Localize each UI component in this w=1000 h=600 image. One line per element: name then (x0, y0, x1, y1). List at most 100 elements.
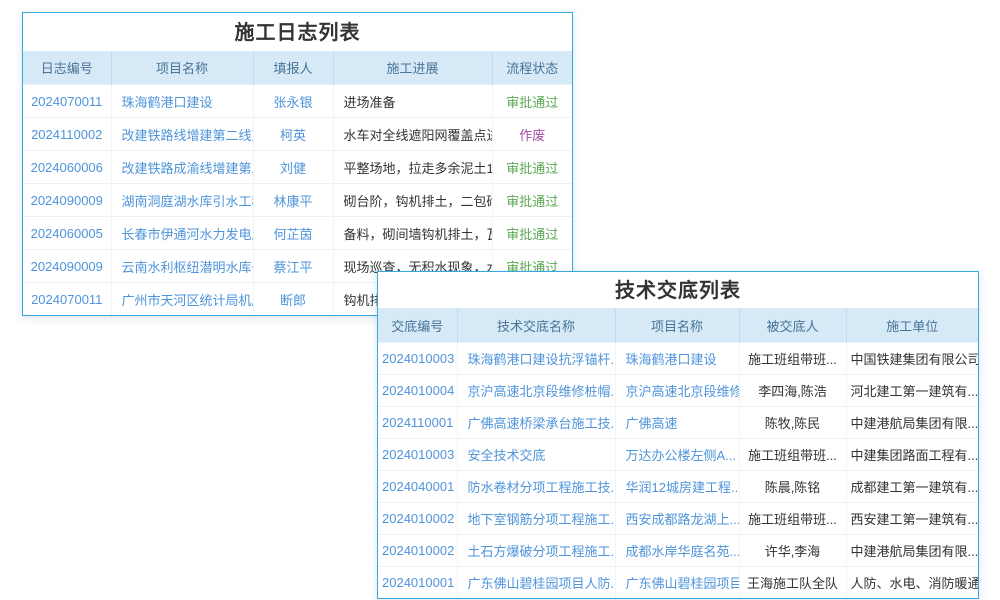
table-row: 2024090009湖南洞庭湖水库引水工程...林康平砌台阶，钩机排土，二包砌.… (23, 184, 572, 217)
construction-log-column-header: 施工进展 (333, 51, 492, 85)
tech-disclosure-link-cell[interactable]: 2024010004 (378, 375, 457, 407)
construction-log-link-cell[interactable]: 改建铁路成渝线增建第二... (111, 151, 253, 184)
construction-log-column-header: 日志编号 (23, 51, 111, 85)
tech-disclosure-link-cell[interactable]: 地下室钢筋分项工程施工... (457, 503, 615, 535)
tech-disclosure-text-cell: 许华,李海 (739, 535, 846, 567)
table-row: 2024110002改建铁路线增建第二线直...柯英水车对全线遮阳网覆盖点进..… (23, 118, 572, 151)
tech-disclosure-link-cell[interactable]: 珠海鹤港口建设抗浮锚杆... (457, 343, 615, 375)
construction-log-text-cell: 砌台阶，钩机排土，二包砌... (333, 184, 492, 217)
tech-disclosure-body: 2024010003珠海鹤港口建设抗浮锚杆...珠海鹤港口建设施工班组带班...… (378, 343, 978, 599)
construction-log-text-cell: 备料，砌间墙钩机排土，瓦... (333, 217, 492, 250)
construction-log-link-cell[interactable]: 2024060006 (23, 151, 111, 184)
tech-disclosure-text-cell: 中建集团路面工程有... (846, 439, 978, 471)
construction-log-column-header: 项目名称 (111, 51, 253, 85)
construction-log-link-cell[interactable]: 2024090009 (23, 250, 111, 283)
tech-disclosure-card: 技术交底列表 交底编号技术交底名称项目名称被交底人施工单位 2024010003… (377, 271, 979, 599)
tech-disclosure-text-cell: 李四海,陈浩 (739, 375, 846, 407)
status-badge: 审批通过 (492, 85, 572, 118)
tech-disclosure-link-cell[interactable]: 土石方爆破分项工程施工... (457, 535, 615, 567)
table-row: 2024010002地下室钢筋分项工程施工...西安成都路龙湖上...施工班组带… (378, 503, 978, 535)
construction-log-link-cell[interactable]: 珠海鹤港口建设 (111, 85, 253, 118)
tech-disclosure-link-cell[interactable]: 2024010002 (378, 535, 457, 567)
construction-log-text-cell: 水车对全线遮阳网覆盖点进... (333, 118, 492, 151)
construction-log-link-cell[interactable]: 何芷茵 (253, 217, 333, 250)
construction-log-link-cell[interactable]: 2024090009 (23, 184, 111, 217)
tech-disclosure-link-cell[interactable]: 京沪高速北京段维修 (615, 375, 739, 407)
tech-disclosure-link-cell[interactable]: 成都水岸华庭名苑... (615, 535, 739, 567)
tech-disclosure-link-cell[interactable]: 广东佛山碧桂园项目 (615, 567, 739, 599)
status-badge: 审批通过 (492, 217, 572, 250)
tech-disclosure-link-cell[interactable]: 华润12城房建工程... (615, 471, 739, 503)
tech-disclosure-title: 技术交底列表 (378, 272, 978, 308)
construction-log-link-cell[interactable]: 刘健 (253, 151, 333, 184)
tech-disclosure-link-cell[interactable]: 2024010001 (378, 567, 457, 599)
table-row: 2024010003安全技术交底万达办公楼左侧A...施工班组带班...中建集团… (378, 439, 978, 471)
table-row: 2024010002土石方爆破分项工程施工...成都水岸华庭名苑...许华,李海… (378, 535, 978, 567)
construction-log-link-cell[interactable]: 长春市伊通河水力发电厂... (111, 217, 253, 250)
tech-disclosure-text-cell: 中建港航局集团有限... (846, 407, 978, 439)
construction-log-link-cell[interactable]: 林康平 (253, 184, 333, 217)
tech-disclosure-link-cell[interactable]: 2024040001 (378, 471, 457, 503)
tech-disclosure-column-header: 交底编号 (378, 308, 457, 343)
tech-disclosure-text-cell: 王海施工队全队 (739, 567, 846, 599)
construction-log-title: 施工日志列表 (23, 13, 572, 51)
table-row: 2024040001防水卷材分项工程施工技...华润12城房建工程...陈晨,陈… (378, 471, 978, 503)
table-row: 2024070011珠海鹤港口建设张永银进场准备审批通过 (23, 85, 572, 118)
table-row: 2024010004京沪高速北京段维修桩帽...京沪高速北京段维修李四海,陈浩河… (378, 375, 978, 407)
tech-disclosure-link-cell[interactable]: 2024110001 (378, 407, 457, 439)
tech-disclosure-text-cell: 西安建工第一建筑有... (846, 503, 978, 535)
tech-disclosure-link-cell[interactable]: 广东佛山碧桂园项目人防... (457, 567, 615, 599)
tech-disclosure-link-cell[interactable]: 安全技术交底 (457, 439, 615, 471)
tech-disclosure-column-header: 项目名称 (615, 308, 739, 343)
construction-log-header-row: 日志编号项目名称填报人施工进展流程状态 (23, 51, 572, 85)
tech-disclosure-link-cell[interactable]: 广佛高速桥梁承台施工技... (457, 407, 615, 439)
tech-disclosure-link-cell[interactable]: 广佛高速 (615, 407, 739, 439)
construction-log-link-cell[interactable]: 2024070011 (23, 283, 111, 316)
tech-disclosure-text-cell: 施工班组带班... (739, 439, 846, 471)
construction-log-link-cell[interactable]: 2024060005 (23, 217, 111, 250)
tech-disclosure-text-cell: 河北建工第一建筑有... (846, 375, 978, 407)
construction-log-column-header: 流程状态 (492, 51, 572, 85)
construction-log-text-cell: 进场准备 (333, 85, 492, 118)
tech-disclosure-text-cell: 中建港航局集团有限... (846, 535, 978, 567)
status-badge: 审批通过 (492, 151, 572, 184)
tech-disclosure-link-cell[interactable]: 2024010002 (378, 503, 457, 535)
status-badge: 作废 (492, 118, 572, 151)
tech-disclosure-text-cell: 施工班组带班... (739, 343, 846, 375)
construction-log-column-header: 填报人 (253, 51, 333, 85)
construction-log-link-cell[interactable]: 2024110002 (23, 118, 111, 151)
tech-disclosure-header-row: 交底编号技术交底名称项目名称被交底人施工单位 (378, 308, 978, 343)
construction-log-link-cell[interactable]: 改建铁路线增建第二线直... (111, 118, 253, 151)
construction-log-link-cell[interactable]: 蔡江平 (253, 250, 333, 283)
tech-disclosure-column-header: 施工单位 (846, 308, 978, 343)
construction-log-text-cell: 平整场地，拉走多余泥土15... (333, 151, 492, 184)
tech-disclosure-link-cell[interactable]: 万达办公楼左侧A... (615, 439, 739, 471)
tech-disclosure-text-cell: 中国铁建集团有限公司 (846, 343, 978, 375)
tech-disclosure-text-cell: 人防、水电、消防暖通 (846, 567, 978, 599)
tech-disclosure-link-cell[interactable]: 2024010003 (378, 343, 457, 375)
construction-log-link-cell[interactable]: 张永银 (253, 85, 333, 118)
construction-log-link-cell[interactable]: 断郎 (253, 283, 333, 316)
table-row: 2024060006改建铁路成渝线增建第二...刘健平整场地，拉走多余泥土15.… (23, 151, 572, 184)
tech-disclosure-text-cell: 成都建工第一建筑有... (846, 471, 978, 503)
table-row: 2024060005长春市伊通河水力发电厂...何芷茵备料，砌间墙钩机排土，瓦.… (23, 217, 572, 250)
tech-disclosure-text-cell: 陈牧,陈民 (739, 407, 846, 439)
tech-disclosure-text-cell: 陈晨,陈铭 (739, 471, 846, 503)
status-badge: 审批通过 (492, 184, 572, 217)
table-row: 2024010003珠海鹤港口建设抗浮锚杆...珠海鹤港口建设施工班组带班...… (378, 343, 978, 375)
construction-log-link-cell[interactable]: 广州市天河区统计局机房... (111, 283, 253, 316)
tech-disclosure-link-cell[interactable]: 2024010003 (378, 439, 457, 471)
tech-disclosure-link-cell[interactable]: 珠海鹤港口建设 (615, 343, 739, 375)
construction-log-link-cell[interactable]: 湖南洞庭湖水库引水工程... (111, 184, 253, 217)
tech-disclosure-column-header: 被交底人 (739, 308, 846, 343)
tech-disclosure-text-cell: 施工班组带班... (739, 503, 846, 535)
construction-log-link-cell[interactable]: 云南水利枢纽潜明水库一... (111, 250, 253, 283)
table-row: 2024010001广东佛山碧桂园项目人防...广东佛山碧桂园项目王海施工队全队… (378, 567, 978, 599)
tech-disclosure-link-cell[interactable]: 西安成都路龙湖上... (615, 503, 739, 535)
construction-log-link-cell[interactable]: 柯英 (253, 118, 333, 151)
tech-disclosure-column-header: 技术交底名称 (457, 308, 615, 343)
construction-log-link-cell[interactable]: 2024070011 (23, 85, 111, 118)
tech-disclosure-link-cell[interactable]: 防水卷材分项工程施工技... (457, 471, 615, 503)
tech-disclosure-link-cell[interactable]: 京沪高速北京段维修桩帽... (457, 375, 615, 407)
table-row: 2024110001广佛高速桥梁承台施工技...广佛高速陈牧,陈民中建港航局集团… (378, 407, 978, 439)
